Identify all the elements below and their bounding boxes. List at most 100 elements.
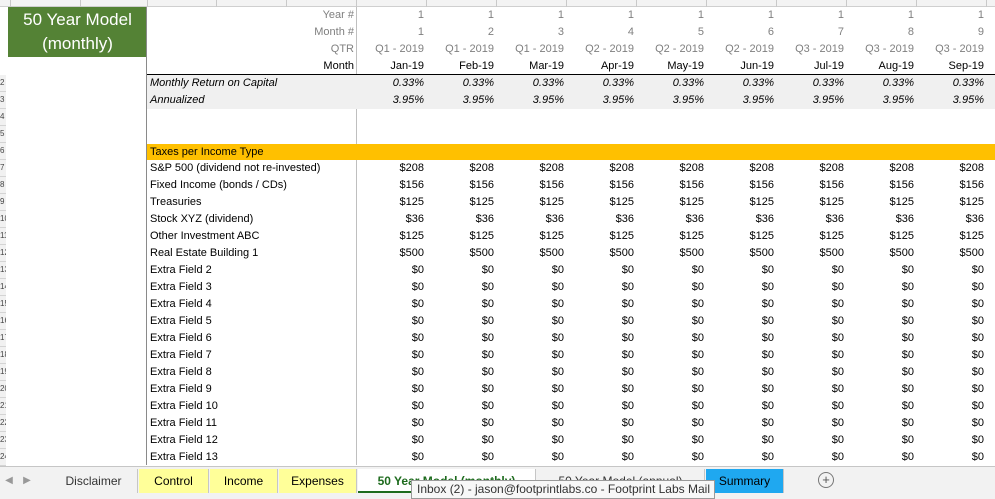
tax-value-cell: $156 xyxy=(469,179,494,191)
quarter-cell: Q2 - 2019 xyxy=(725,43,774,55)
tax-value-cell: $0 xyxy=(481,281,494,293)
tax-value-cell: $0 xyxy=(621,417,634,429)
row-header[interactable]: 15 xyxy=(0,296,6,313)
tax-value-cell: $125 xyxy=(609,196,634,208)
tax-row-label: Extra Field 3 xyxy=(150,281,212,293)
row-header[interactable]: 6 xyxy=(0,143,6,160)
tax-value-cell: $208 xyxy=(889,162,914,174)
return-value-cell: 0.33% xyxy=(742,77,774,89)
tax-value-cell: $0 xyxy=(481,332,494,344)
row-header[interactable]: 18 xyxy=(0,347,6,364)
tax-value-cell: $0 xyxy=(901,281,914,293)
month-number-cell: 2 xyxy=(487,26,494,38)
row-header[interactable]: 17 xyxy=(0,330,6,347)
row-header[interactable]: 7 xyxy=(0,160,6,177)
row-header[interactable]: 22 xyxy=(0,415,6,432)
tax-value-cell: $0 xyxy=(691,332,704,344)
taxes-section-title: Taxes per Income Type xyxy=(150,146,264,158)
tax-value-cell: $0 xyxy=(621,366,634,378)
return-value-cell: 0.33% xyxy=(672,77,704,89)
tax-row-label: Extra Field 6 xyxy=(150,332,212,344)
row-header[interactable]: 19 xyxy=(0,364,6,381)
sheet-tab[interactable]: Control xyxy=(139,469,209,493)
row-header[interactable]: 16 xyxy=(0,313,6,330)
tax-row-label: S&P 500 (dividend not re-invested) xyxy=(150,162,321,174)
row-header[interactable]: 5 xyxy=(0,126,6,143)
tax-value-cell: $500 xyxy=(959,247,984,259)
scroll-right-icon[interactable]: ▶ xyxy=(20,472,34,490)
scroll-left-icon[interactable]: ◀ xyxy=(2,472,16,490)
month-number-cell: 9 xyxy=(977,26,984,38)
tax-value-cell: $125 xyxy=(889,230,914,242)
quarter-cell: Q3 - 2019 xyxy=(865,43,914,55)
sheet-tab[interactable]: Disclaimer xyxy=(50,469,138,493)
row-header[interactable]: 3 xyxy=(0,92,6,109)
row-header[interactable]: 20 xyxy=(0,381,6,398)
tax-value-cell: $0 xyxy=(411,400,424,412)
row-header[interactable]: 21 xyxy=(0,398,6,415)
tax-value-cell: $0 xyxy=(761,315,774,327)
model-title-box[interactable]: 50 Year Model (monthly) xyxy=(8,7,147,57)
tax-value-cell: $0 xyxy=(971,349,984,361)
row-header[interactable]: 8 xyxy=(0,177,6,194)
tax-value-cell: $500 xyxy=(679,247,704,259)
tax-value-cell: $0 xyxy=(621,434,634,446)
sheet-tab[interactable]: Summary xyxy=(706,469,784,493)
tax-value-cell: $0 xyxy=(971,366,984,378)
tax-value-cell: $0 xyxy=(901,417,914,429)
row-header[interactable]: 4 xyxy=(0,109,6,126)
tax-value-cell: $0 xyxy=(481,400,494,412)
row-header[interactable]: 24 xyxy=(0,449,6,466)
year-number-cell: 1 xyxy=(907,9,914,21)
row-header[interactable]: 23 xyxy=(0,432,6,449)
tax-value-cell: $500 xyxy=(609,247,634,259)
tax-value-cell: $156 xyxy=(959,179,984,191)
tax-value-cell: $0 xyxy=(831,383,844,395)
tax-row-label: Extra Field 2 xyxy=(150,264,212,276)
tax-value-cell: $0 xyxy=(621,264,634,276)
tax-value-cell: $125 xyxy=(469,230,494,242)
month-name-cell: Feb-19 xyxy=(459,60,494,72)
row-header[interactable]: 10 xyxy=(0,211,6,228)
tax-value-cell: $125 xyxy=(889,196,914,208)
tax-value-cell: $125 xyxy=(469,196,494,208)
return-value-cell: 3.95% xyxy=(882,94,914,106)
tax-value-cell: $0 xyxy=(901,315,914,327)
row-header[interactable]: 9 xyxy=(0,194,6,211)
tax-value-cell: $156 xyxy=(679,179,704,191)
sheet-tab[interactable]: Expenses xyxy=(279,469,357,493)
tax-value-cell: $0 xyxy=(831,417,844,429)
column-separator xyxy=(216,0,217,7)
tax-value-cell: $500 xyxy=(889,247,914,259)
tax-value-cell: $0 xyxy=(901,400,914,412)
year-number-cell: 1 xyxy=(417,9,424,21)
tax-value-cell: $0 xyxy=(761,298,774,310)
tax-value-cell: $0 xyxy=(551,434,564,446)
plus-circle-icon[interactable]: + xyxy=(818,472,834,488)
taskbar-tooltip: Inbox (2) - jason@footprintlabs.co - Foo… xyxy=(411,480,715,499)
tax-row-label: Treasuries xyxy=(150,196,202,208)
tax-value-cell: $208 xyxy=(679,162,704,174)
sheet-tab[interactable]: Income xyxy=(210,469,278,493)
row-header[interactable]: 14 xyxy=(0,279,6,296)
tax-value-cell: $0 xyxy=(761,400,774,412)
column-separator xyxy=(426,0,427,7)
tax-value-cell: $0 xyxy=(551,315,564,327)
row-header[interactable]: 13 xyxy=(0,262,6,279)
tax-row-label: Extra Field 4 xyxy=(150,298,212,310)
tax-value-cell: $0 xyxy=(481,417,494,429)
tax-value-cell: $0 xyxy=(411,417,424,429)
return-value-cell: 3.95% xyxy=(602,94,634,106)
tax-value-cell: $208 xyxy=(749,162,774,174)
tax-value-cell: $0 xyxy=(971,417,984,429)
tax-value-cell: $0 xyxy=(691,315,704,327)
row-header[interactable]: 11 xyxy=(0,228,6,245)
tax-value-cell: $125 xyxy=(399,196,424,208)
month-name-cell: Jun-19 xyxy=(740,60,774,72)
tax-value-cell: $0 xyxy=(761,366,774,378)
tax-value-cell: $0 xyxy=(481,451,494,463)
tax-value-cell: $500 xyxy=(749,247,774,259)
tax-value-cell: $500 xyxy=(539,247,564,259)
row-header[interactable]: 2 xyxy=(0,75,6,92)
row-header[interactable]: 12 xyxy=(0,245,6,262)
